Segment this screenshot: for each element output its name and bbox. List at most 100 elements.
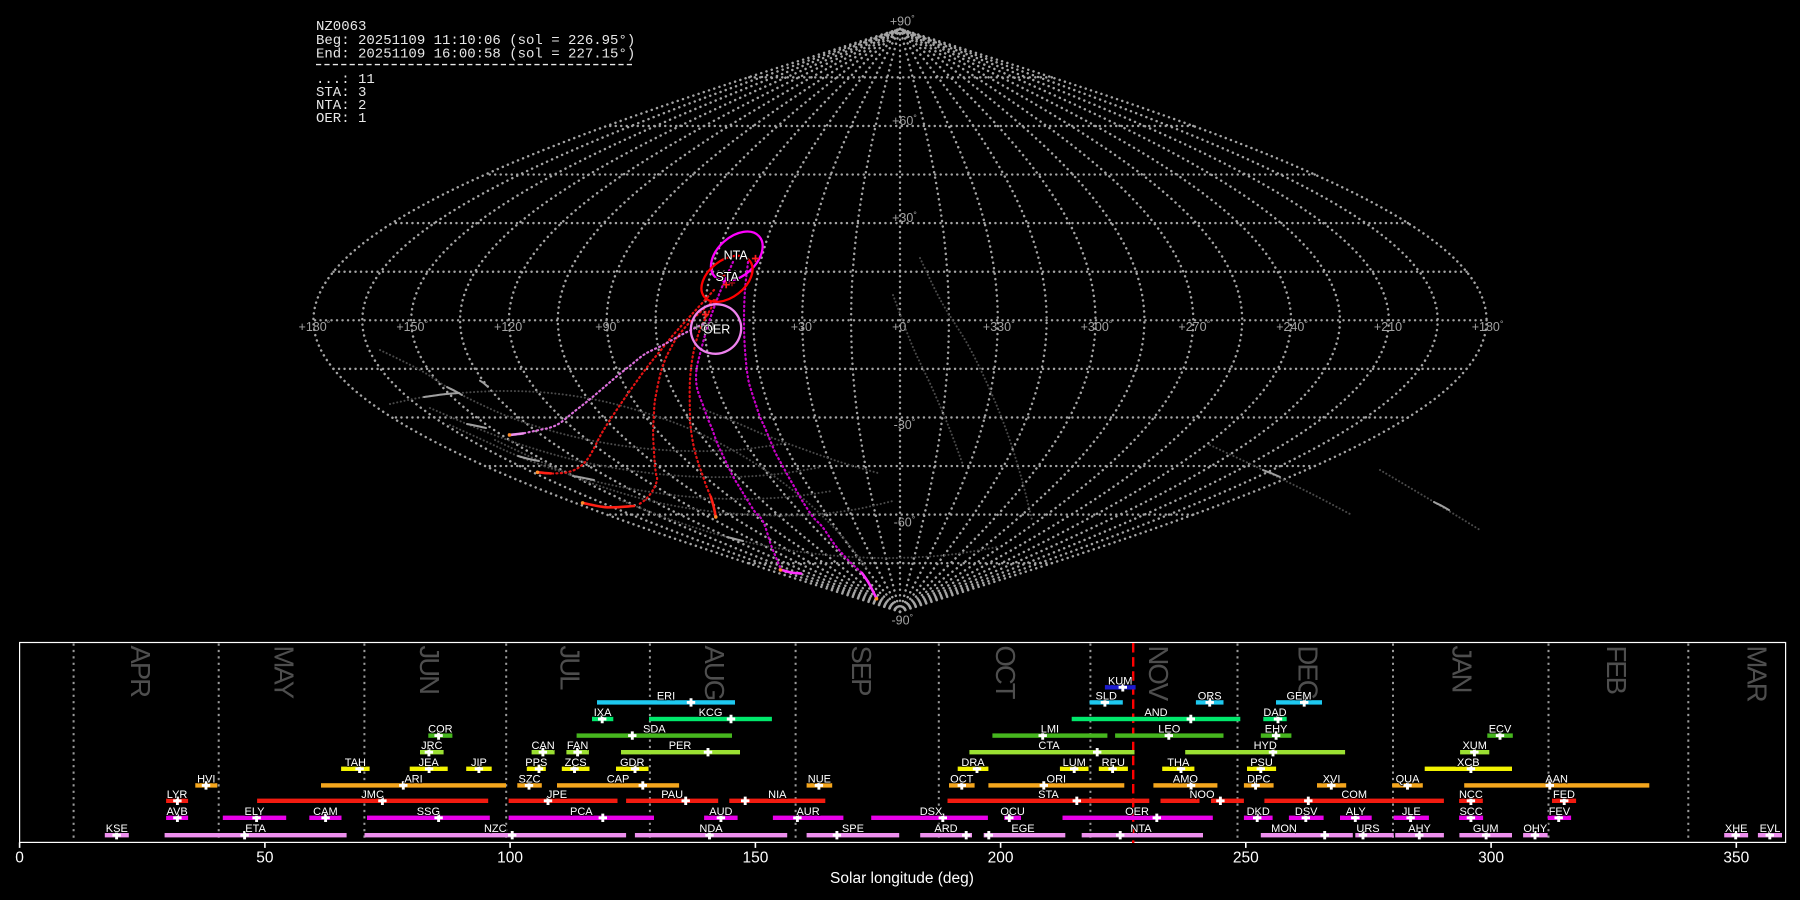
svg-text:150: 150	[742, 850, 768, 867]
svg-text:+270°: +270°	[1178, 319, 1210, 334]
svg-text:COR: COR	[428, 724, 453, 736]
svg-text:JPE: JPE	[547, 789, 567, 801]
svg-text:+240°: +240°	[1276, 319, 1308, 334]
svg-text:NUE: NUE	[808, 773, 831, 785]
svg-text:NTA: NTA	[724, 248, 749, 262]
svg-text:KCG: KCG	[699, 707, 723, 719]
svg-text:ALY: ALY	[1346, 806, 1367, 818]
svg-text:MAR: MAR	[1742, 646, 1773, 702]
svg-text:PCA: PCA	[570, 806, 593, 818]
svg-text:NTA: NTA	[1130, 823, 1152, 835]
svg-text:OCU: OCU	[1000, 806, 1025, 818]
svg-text:+120°: +120°	[494, 319, 526, 334]
svg-text:ETA: ETA	[245, 823, 266, 835]
svg-text:EHY: EHY	[1265, 724, 1288, 736]
svg-text:SPE: SPE	[842, 823, 864, 835]
svg-text:100: 100	[497, 850, 523, 867]
svg-text:+180°: +180°	[299, 319, 331, 334]
svg-text:PAU: PAU	[661, 789, 683, 801]
svg-text:GEM: GEM	[1286, 690, 1311, 702]
svg-text:+330°: +330°	[983, 319, 1015, 334]
svg-text:PER: PER	[669, 740, 692, 752]
svg-text:OHY: OHY	[1523, 823, 1548, 835]
svg-text:+150°: +150°	[396, 319, 428, 334]
svg-text:NOO: NOO	[1189, 789, 1215, 801]
svg-text:EGE: EGE	[1011, 823, 1034, 835]
svg-text:MAY: MAY	[268, 646, 299, 699]
svg-text:PSU: PSU	[1250, 757, 1273, 769]
svg-text:DRA: DRA	[961, 757, 985, 769]
svg-text:SLD: SLD	[1095, 690, 1116, 702]
svg-text:LMI: LMI	[1041, 724, 1059, 736]
svg-text:ORS: ORS	[1198, 690, 1222, 702]
svg-text:FEB: FEB	[1601, 646, 1632, 694]
svg-text:+210°: +210°	[1374, 319, 1406, 334]
svg-text:HYD: HYD	[1254, 740, 1277, 752]
svg-text:ELY: ELY	[245, 806, 266, 818]
svg-text:XVI: XVI	[1323, 773, 1341, 785]
svg-text:JLE: JLE	[1402, 806, 1421, 818]
svg-text:CAN: CAN	[531, 740, 554, 752]
svg-text:AVB: AVB	[166, 806, 187, 818]
svg-text:LEO: LEO	[1158, 724, 1180, 736]
svg-text:STA: STA	[716, 270, 740, 284]
svg-text:ERI: ERI	[657, 690, 675, 702]
svg-text:AUG: AUG	[699, 646, 730, 700]
svg-text:MON: MON	[1271, 823, 1297, 835]
svg-text:OCT: OCT	[950, 773, 974, 785]
svg-text:COM: COM	[1341, 789, 1367, 801]
svg-text:SSG: SSG	[417, 806, 440, 818]
svg-text:300: 300	[1478, 850, 1504, 867]
svg-text:QUA: QUA	[1396, 773, 1421, 785]
svg-text:KUM: KUM	[1108, 675, 1132, 687]
svg-text:350: 350	[1723, 850, 1749, 867]
svg-text:NDA: NDA	[699, 823, 723, 835]
svg-text:DAD: DAD	[1263, 707, 1286, 719]
svg-text:AMO: AMO	[1173, 773, 1199, 785]
svg-text:SCC: SCC	[1459, 806, 1482, 818]
svg-text:CAP: CAP	[607, 773, 630, 785]
svg-text:GUM: GUM	[1473, 823, 1499, 835]
svg-text:JEA: JEA	[419, 757, 440, 769]
svg-text:URS: URS	[1356, 823, 1379, 835]
svg-text:THA: THA	[1167, 757, 1190, 769]
svg-text:JUN: JUN	[414, 646, 445, 694]
svg-text:FAN: FAN	[567, 740, 588, 752]
svg-text:FED: FED	[1553, 789, 1575, 801]
svg-text:OER: OER	[1125, 806, 1149, 818]
svg-text:SDA: SDA	[643, 724, 666, 736]
svg-text:CTA: CTA	[1038, 740, 1060, 752]
svg-text:GDR: GDR	[620, 757, 645, 769]
svg-text:APR: APR	[125, 646, 156, 698]
svg-text:NOV: NOV	[1143, 646, 1174, 702]
svg-text:JMC: JMC	[361, 789, 384, 801]
svg-text:TAH: TAH	[345, 757, 366, 769]
svg-text:+300°: +300°	[1081, 319, 1113, 334]
svg-text:XCB: XCB	[1457, 757, 1480, 769]
svg-text:AND: AND	[1144, 707, 1167, 719]
svg-text:ARI: ARI	[404, 773, 422, 785]
svg-text:Solar longitude (deg): Solar longitude (deg)	[830, 870, 974, 887]
svg-text:OER: 1: OER: 1	[316, 111, 366, 127]
svg-text:HVI: HVI	[197, 773, 215, 785]
svg-text:OCT: OCT	[990, 646, 1021, 700]
svg-text:SZC: SZC	[519, 773, 541, 785]
svg-text:AUD: AUD	[709, 806, 732, 818]
svg-text:XHE: XHE	[1725, 823, 1748, 835]
svg-text:PPS: PPS	[525, 757, 547, 769]
svg-text:End: 20251109 16:00:58 (sol =: End: 20251109 16:00:58 (sol = 227.15°)	[316, 47, 635, 63]
svg-text:+180°: +180°	[1472, 319, 1504, 334]
svg-text:NZC: NZC	[484, 823, 507, 835]
svg-text:AUR: AUR	[796, 806, 819, 818]
svg-text:NCC: NCC	[1459, 789, 1483, 801]
svg-text:DPC: DPC	[1247, 773, 1270, 785]
svg-text:KSE: KSE	[106, 823, 128, 835]
svg-text:IXA: IXA	[594, 707, 612, 719]
svg-text:0: 0	[15, 850, 24, 867]
svg-text:ORI: ORI	[1047, 773, 1067, 785]
svg-text:JUL: JUL	[555, 646, 586, 691]
svg-text:RPU: RPU	[1102, 757, 1125, 769]
svg-text:JAN: JAN	[1446, 646, 1477, 692]
svg-text:EVL: EVL	[1760, 823, 1781, 835]
svg-text:DKD: DKD	[1247, 806, 1270, 818]
